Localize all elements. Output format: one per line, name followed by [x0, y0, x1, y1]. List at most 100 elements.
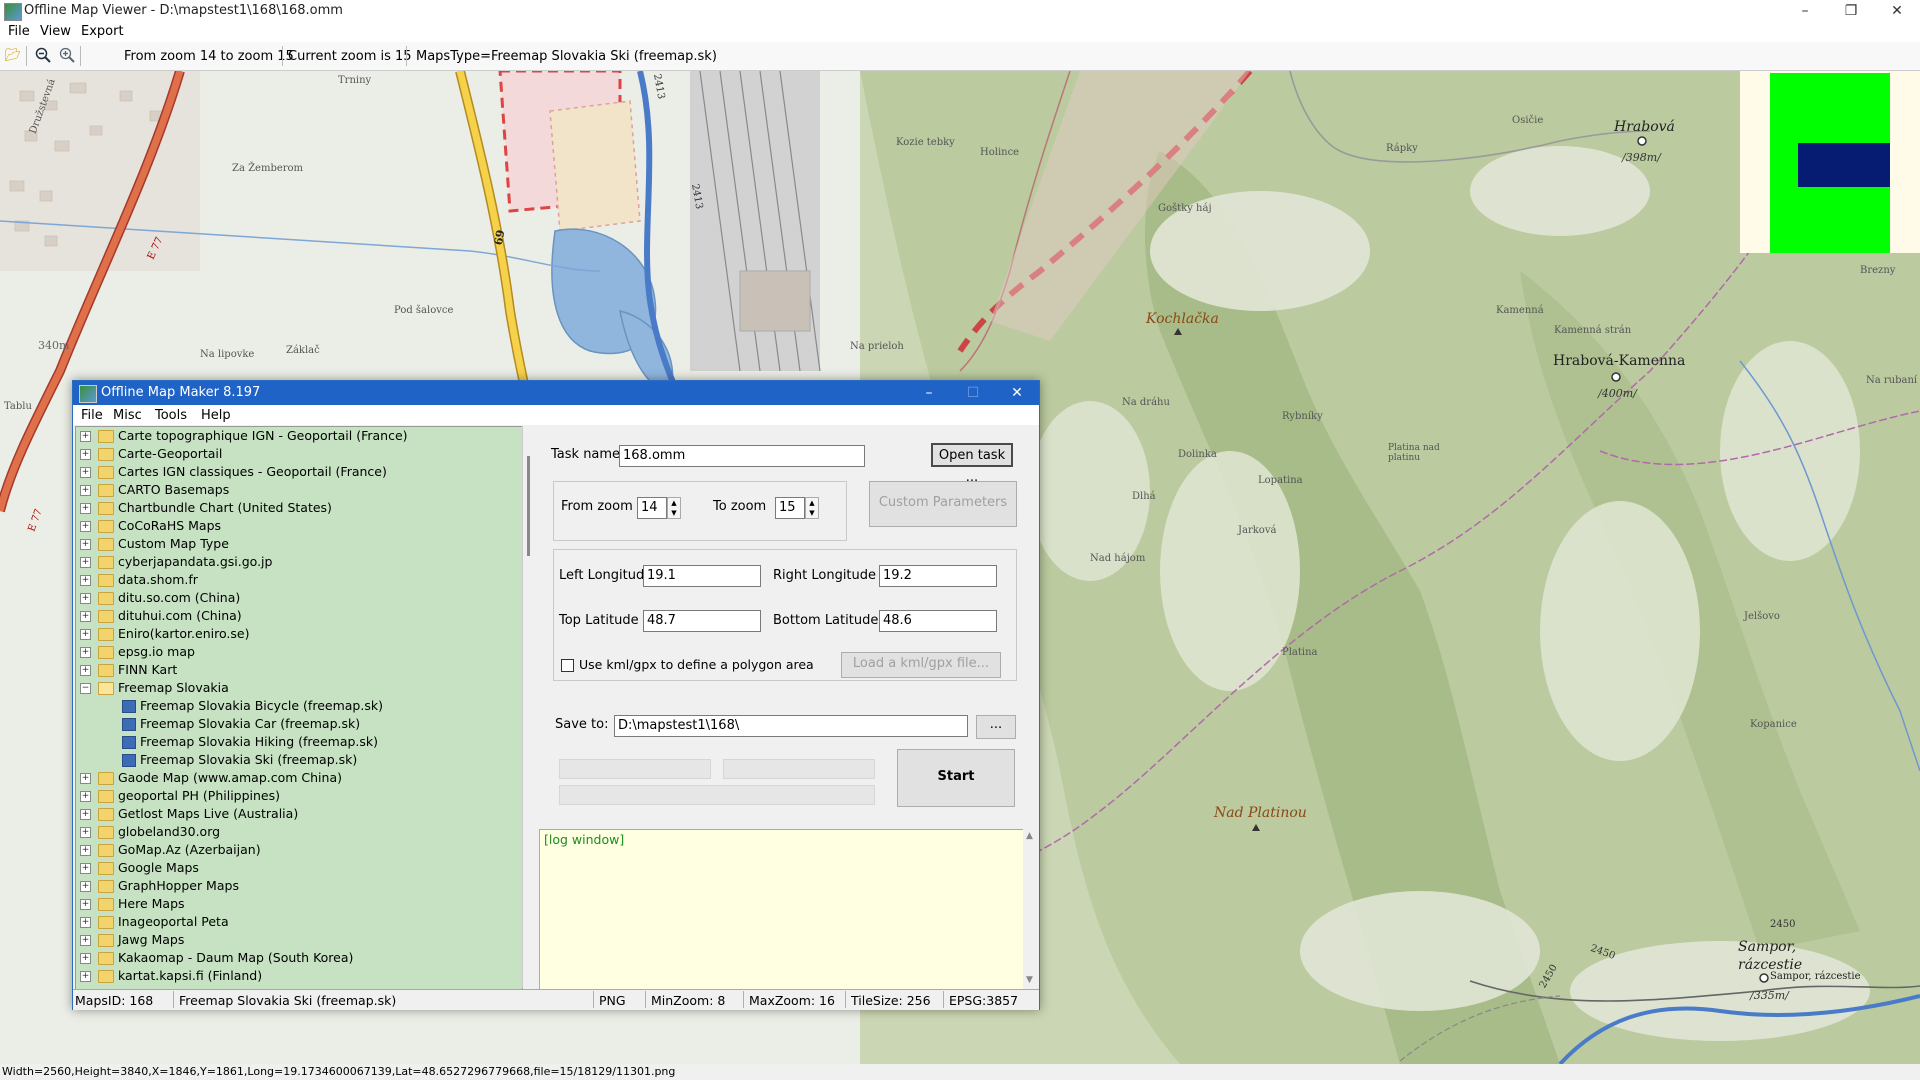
right-longitude-input[interactable]: 19.2	[879, 565, 997, 587]
minimize-icon[interactable]: –	[1782, 0, 1828, 22]
bottom-latitude-input[interactable]: 48.6	[879, 610, 997, 632]
map-label-elev-340: 340m	[38, 339, 70, 352]
start-button[interactable]: Start	[897, 749, 1015, 807]
to-zoom-label: To zoom	[713, 499, 767, 514]
progress-bar-total	[559, 785, 875, 805]
browse-button[interactable]: ...	[976, 715, 1016, 739]
to-zoom-input[interactable]: 15	[775, 497, 805, 519]
menu-export[interactable]: Export	[81, 24, 124, 39]
restore-icon[interactable]: ❐	[1828, 0, 1874, 22]
dialog-menu-file[interactable]: File	[81, 408, 103, 423]
tree-item[interactable]: GraphHopper Maps	[118, 877, 239, 895]
tree-item[interactable]: cyberjapandata.gsi.go.jp	[118, 553, 272, 571]
menu-file[interactable]: File	[8, 24, 30, 39]
map-label-kamenna-stran: Kamenná strán	[1554, 325, 1632, 336]
tree-item[interactable]: dituhui.com (China)	[118, 607, 242, 625]
top-latitude-input[interactable]: 48.7	[643, 610, 761, 632]
from-zoom-label: From zoom	[561, 499, 633, 514]
map-label-lopatina: Lopatina	[1258, 475, 1303, 486]
map-label-na-rubani: Na rubaní	[1866, 375, 1918, 386]
viewer-title: Offline Map Viewer - D:\mapstest1\168\16…	[24, 3, 343, 18]
to-zoom-spinner[interactable]: ▲ ▼	[805, 497, 819, 519]
map-label-hrabova: Hrabová	[1614, 119, 1675, 135]
open-folder-icon[interactable]: 📂︎	[4, 47, 22, 65]
tree-item[interactable]: GoMap.Az (Azerbaijan)	[118, 841, 261, 859]
scroll-up-icon[interactable]: ▲	[1026, 831, 1033, 841]
close-icon[interactable]: ✕	[1874, 0, 1920, 22]
tree-item[interactable]: Carte-Geoportail	[118, 445, 222, 463]
tree-item[interactable]: Inageoportal Peta	[118, 913, 229, 931]
map-type-tree[interactable]: + Carte topographique IGN - Geoportail (F…	[75, 426, 523, 990]
save-to-input[interactable]: D:\mapstest1\168\	[614, 715, 968, 737]
tree-item[interactable]: Google Maps	[118, 859, 199, 877]
task-name-input[interactable]: 168.omm	[619, 445, 865, 467]
overview-viewport[interactable]	[1798, 143, 1890, 187]
dialog-menu-misc[interactable]: Misc	[113, 408, 142, 423]
dialog-menu-tools[interactable]: Tools	[155, 408, 187, 423]
zoom-in-icon[interactable]	[58, 47, 76, 65]
kml-checkbox[interactable]	[561, 659, 574, 672]
left-longitude-input[interactable]: 19.1	[643, 565, 761, 587]
overview-map[interactable]	[1740, 71, 1920, 253]
tree-item[interactable]: Chartbundle Chart (United States)	[118, 499, 332, 517]
tree-item[interactable]: CoCoRaHS Maps	[118, 517, 221, 535]
map-label-rybniky: Rybníky	[1282, 411, 1323, 422]
dialog-minimize-icon[interactable]: –	[907, 381, 951, 405]
from-zoom-input[interactable]: 14	[637, 497, 667, 519]
tree-child-item[interactable]: Freemap Slovakia Bicycle (freemap.sk)	[140, 697, 383, 715]
viewer-title-bar: Offline Map Viewer - D:\mapstest1\168\16…	[0, 0, 1920, 22]
tree-item[interactable]: kartat.kapsi.fi (Finland)	[118, 967, 262, 985]
task-name-label: Task name	[551, 447, 621, 462]
tree-item[interactable]: Carte topographique IGN - Geoportail (Fr…	[118, 427, 408, 445]
map-label-sampor-small: Sampor, rázcestie	[1770, 971, 1861, 982]
dialog-menu-help[interactable]: Help	[201, 408, 231, 423]
custom-parameters-button[interactable]: Custom Parameters	[869, 481, 1017, 527]
from-zoom-spinner[interactable]: ▲ ▼	[667, 497, 681, 519]
viewer-menu-bar: File View Export	[0, 22, 1920, 42]
map-label-rapky: Rápky	[1386, 143, 1418, 154]
tree-item-expanded[interactable]: Freemap Slovakia	[118, 679, 229, 697]
scroll-down-icon[interactable]: ▼	[1026, 975, 1033, 985]
dialog-close-icon[interactable]: ✕	[995, 381, 1039, 405]
current-zoom-status: Current zoom is 15	[288, 49, 412, 64]
tree-child-item-selected[interactable]: Freemap Slovakia Ski (freemap.sk)	[140, 751, 357, 769]
log-scrollbar[interactable]: ▲ ▼	[1023, 829, 1039, 989]
tree-child-item[interactable]: Freemap Slovakia Hiking (freemap.sk)	[140, 733, 378, 751]
tree-item[interactable]: Eniro(kartor.eniro.se)	[118, 625, 249, 643]
map-label-kochlacka: Kochlačka	[1146, 311, 1219, 327]
dialog-title: Offline Map Maker 8.197	[101, 385, 261, 400]
map-label-dlha: Dlhá	[1132, 491, 1156, 502]
tree-scrollbar[interactable]	[522, 426, 540, 988]
tree-item[interactable]: ditu.so.com (China)	[118, 589, 240, 607]
tree-item[interactable]: FINN Kart	[118, 661, 177, 679]
tree-item[interactable]: Getlost Maps Live (Australia)	[118, 805, 298, 823]
map-label-jarkova: Jarková	[1238, 525, 1277, 536]
viewer-toolbar: 📂︎ From zoom 14 to zoom 15 Current zoom …	[0, 42, 1920, 71]
zoom-out-icon[interactable]	[34, 47, 52, 65]
load-kml-button[interactable]: Load a kml/gpx file...	[841, 652, 1001, 678]
tree-item[interactable]: epsg.io map	[118, 643, 195, 661]
kml-checkbox-label: Use kml/gpx to define a polygon area	[579, 657, 814, 672]
map-label-kozie-tebky: Kozie tebky	[896, 137, 955, 148]
tree-item[interactable]: Kakaomap - Daum Map (South Korea)	[118, 949, 353, 967]
dialog-maximize-icon: ☐	[966, 385, 980, 401]
tree-child-item[interactable]: Freemap Slovakia Car (freemap.sk)	[140, 715, 360, 733]
menu-view[interactable]: View	[40, 24, 71, 39]
tree-item[interactable]: globeland30.org	[118, 823, 220, 841]
open-task-button[interactable]: Open task ...	[931, 443, 1013, 485]
map-label-hrabova-alt: /398m/	[1622, 151, 1661, 164]
tree-item[interactable]: Jawg Maps	[118, 931, 184, 949]
map-label-tablu: Tablu	[4, 401, 32, 412]
tree-item[interactable]: Gaode Map (www.amap.com China)	[118, 769, 342, 787]
tree-item[interactable]: Here Maps	[118, 895, 185, 913]
dialog-menu-bar: File Misc Tools Help	[73, 405, 1039, 425]
tree-item[interactable]: Custom Map Type	[118, 535, 229, 553]
tree-item[interactable]: Cartes IGN classiques - Geoportail (Fran…	[118, 463, 387, 481]
tree-item[interactable]: data.shom.fr	[118, 571, 198, 589]
map-label-na-lipovke: Na lipovke	[200, 349, 255, 360]
log-window[interactable]: [log window]	[539, 829, 1025, 991]
dialog-title-bar: Offline Map Maker 8.197 – ☐ ✕	[73, 381, 1039, 405]
tree-item[interactable]: geoportal PH (Philippines)	[118, 787, 280, 805]
map-label-contour-2450a: 2450	[1770, 919, 1796, 930]
tree-item[interactable]: CARTO Basemaps	[118, 481, 229, 499]
